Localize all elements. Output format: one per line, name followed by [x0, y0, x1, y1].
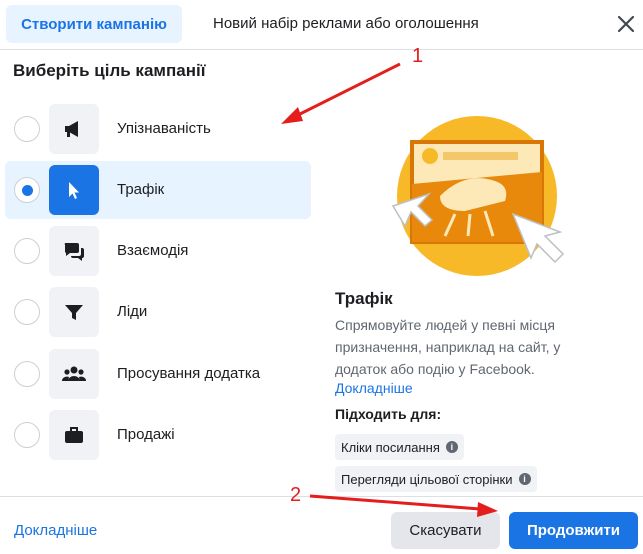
objective-app-promotion[interactable]: Просування додатка [5, 345, 311, 403]
dialog-footer: Докладніше Скасувати Продовжити [0, 496, 643, 554]
chip-link-clicks: Кліки посилання i [335, 434, 464, 460]
continue-button[interactable]: Продовжити [509, 512, 638, 549]
chat-bubbles-icon [49, 226, 99, 276]
chip-label: Кліки посилання [341, 439, 440, 455]
objective-engagement[interactable]: Взаємодія [5, 222, 311, 280]
objective-label: Трафік [117, 181, 165, 198]
objective-label: Просування додатка [117, 365, 261, 382]
detail-description: Спрямовуйте людей у певні місця призначе… [335, 317, 561, 377]
funnel-icon [49, 287, 99, 337]
tab-create-campaign[interactable]: Створити кампанію [6, 5, 182, 43]
suits-for-label: Підходить для: [335, 406, 442, 422]
objective-awareness[interactable]: Упізнаваність [5, 100, 311, 158]
radio-button[interactable] [14, 422, 40, 448]
megaphone-icon [49, 104, 99, 154]
objective-label: Взаємодія [117, 242, 189, 259]
radio-button-selected[interactable] [14, 177, 40, 203]
info-icon[interactable]: i [445, 441, 458, 453]
tab-new-ad-set-or-ad[interactable]: Новий набір реклами або оголошення [213, 15, 479, 32]
cursor-icon [49, 165, 99, 215]
objective-leads[interactable]: Ліди [5, 283, 311, 341]
detail-learn-more-link[interactable]: Докладніше [335, 380, 413, 396]
annotation-number-1: 1 [412, 45, 424, 67]
objective-traffic[interactable]: Трафік [5, 161, 311, 219]
objective-label: Упізнаваність [117, 120, 211, 137]
section-title: Виберіть ціль кампанії [13, 61, 206, 80]
objective-label: Ліди [117, 303, 148, 320]
radio-button[interactable] [14, 116, 40, 142]
objective-label: Продажі [117, 426, 175, 443]
objective-sales[interactable]: Продажі [5, 406, 311, 464]
traffic-illustration [385, 114, 571, 284]
info-icon[interactable]: i [518, 473, 531, 485]
chip-landing-page-views: Перегляди цільової сторінки i [335, 466, 537, 492]
chip-label: Перегляди цільової сторінки [341, 471, 513, 487]
people-icon [49, 349, 99, 399]
radio-button[interactable] [14, 299, 40, 325]
annotation-number-2: 2 [290, 484, 302, 506]
briefcase-icon [49, 410, 99, 460]
radio-button[interactable] [14, 238, 40, 264]
close-icon[interactable] [615, 13, 637, 35]
radio-button[interactable] [14, 361, 40, 387]
detail-title: Трафік [335, 289, 393, 308]
cancel-button[interactable]: Скасувати [391, 512, 500, 549]
footer-learn-more-link[interactable]: Докладніше [14, 522, 97, 539]
dialog-header: Створити кампанію Новий набір реклами аб… [0, 0, 643, 50]
